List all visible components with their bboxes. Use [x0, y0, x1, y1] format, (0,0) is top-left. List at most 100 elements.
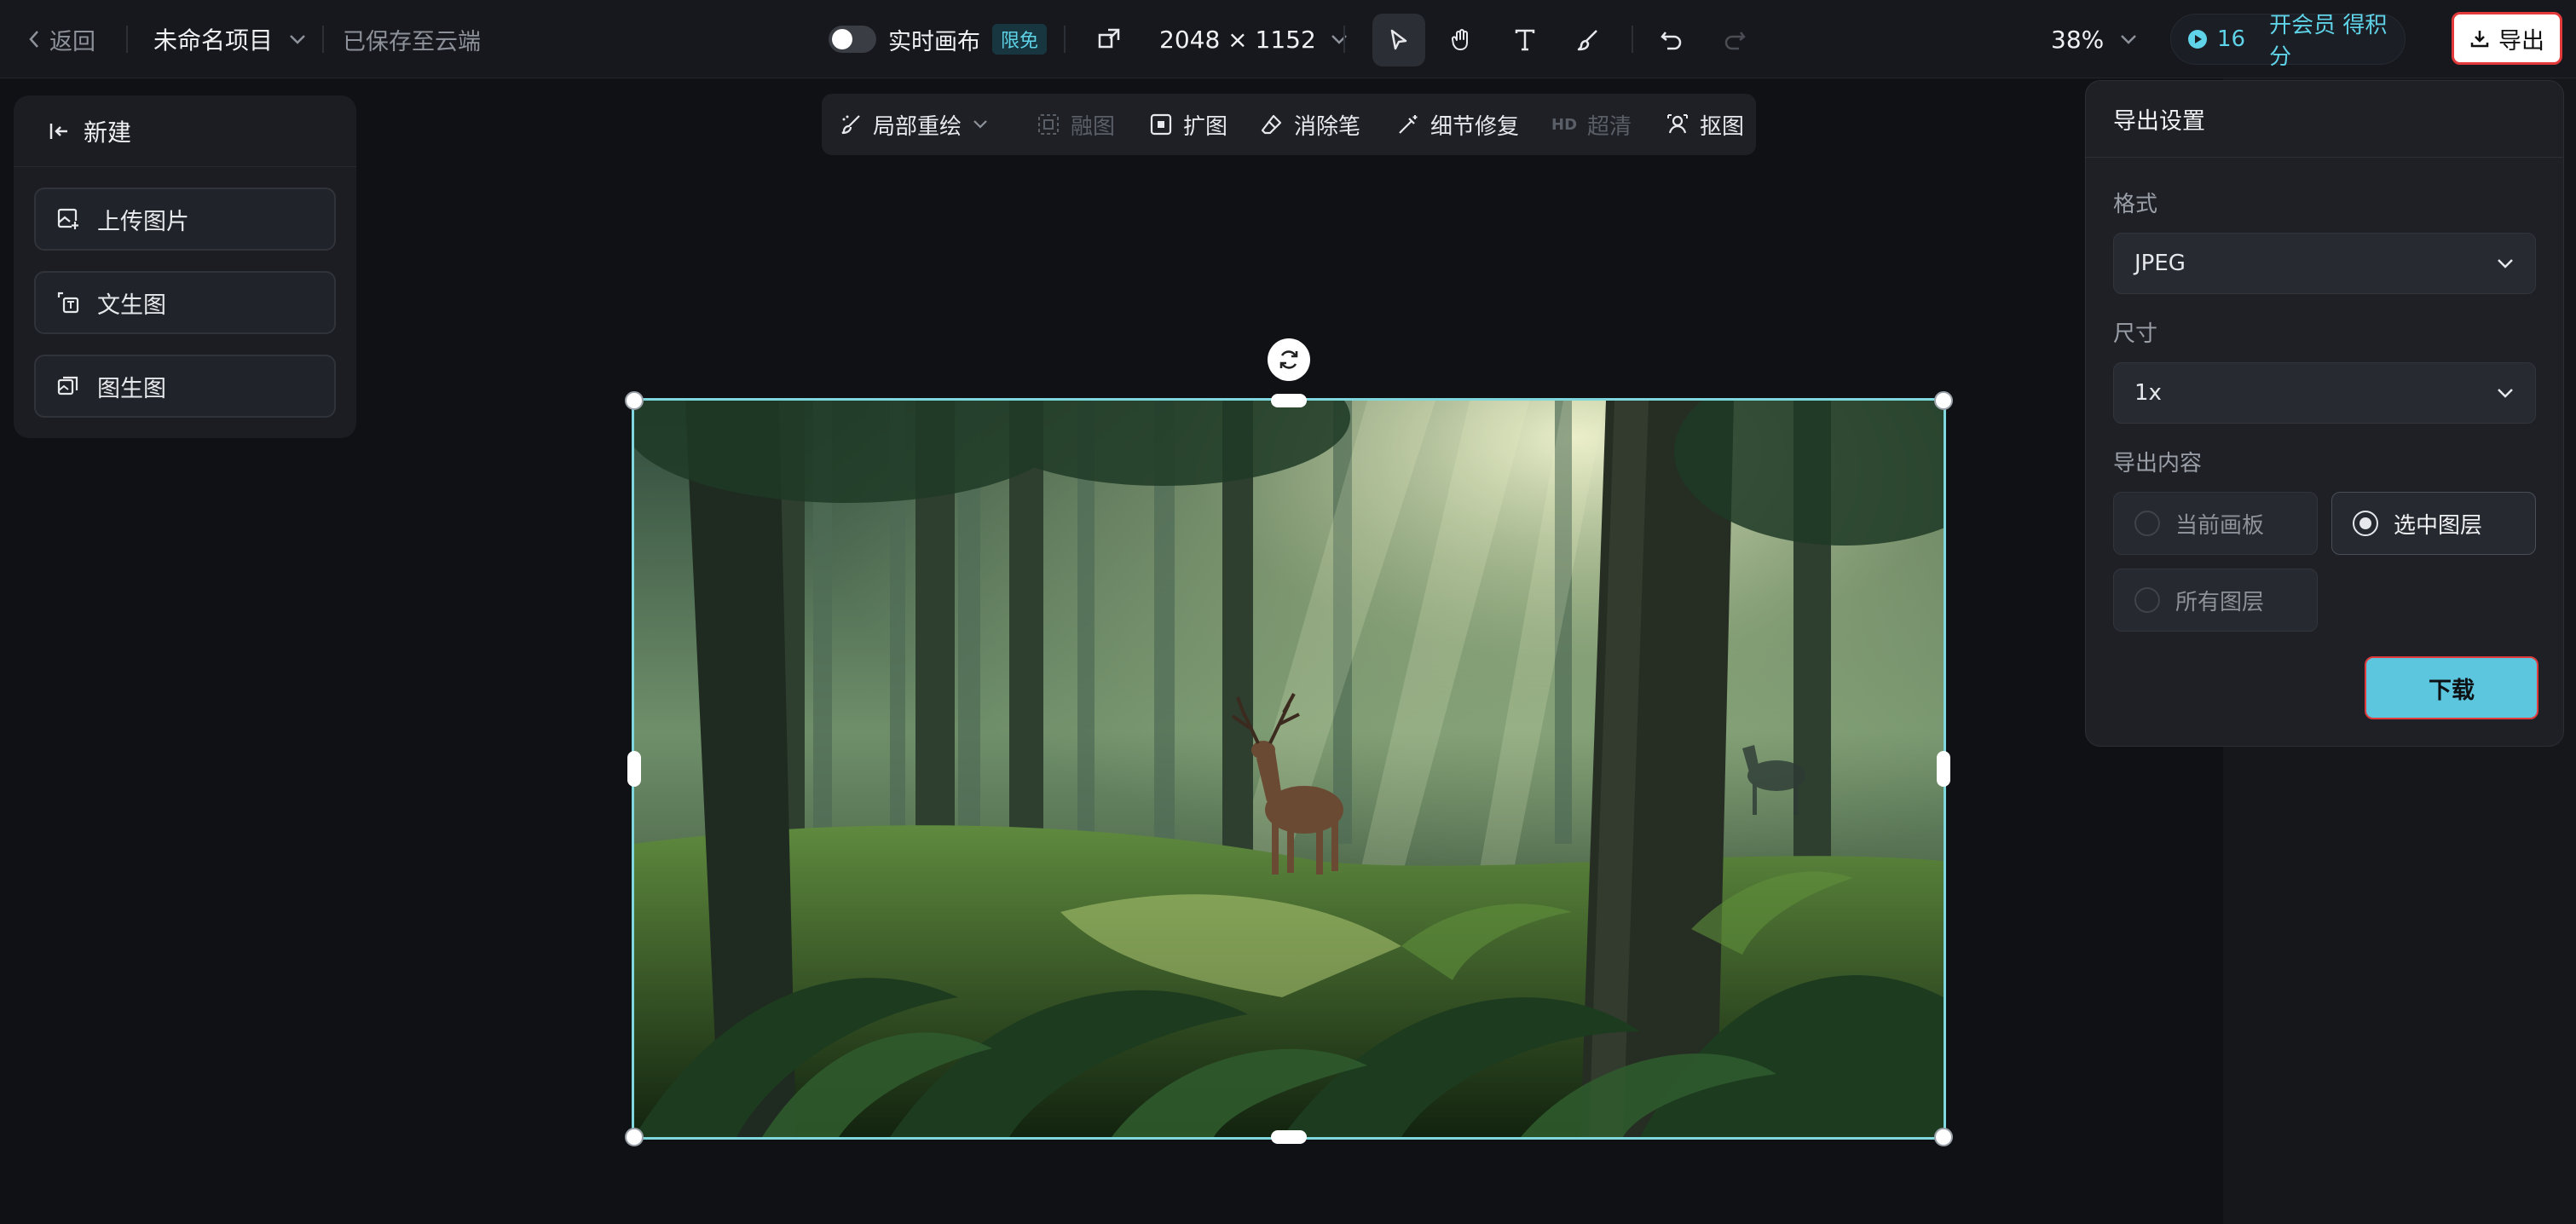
export-panel-title: 导出设置: [2086, 81, 2563, 158]
text-to-image-icon: [56, 291, 80, 315]
canvas-toolbar: 局部重绘 融图 扩图 消除笔 细节修复 HD 超清 抠图: [822, 94, 1756, 155]
select-tool[interactable]: [1372, 14, 1425, 66]
download-button[interactable]: 下载: [2365, 656, 2538, 719]
upload-image-label: 上传图片: [97, 208, 189, 235]
eraser-icon: [1260, 113, 1284, 136]
save-status: 已保存至云端: [343, 28, 481, 55]
cutout-button[interactable]: 抠图: [1666, 94, 1744, 155]
zoom-dropdown[interactable]: 38%: [2051, 0, 2138, 78]
realtime-canvas-toggle[interactable]: 实时画布 限免: [829, 0, 1048, 78]
detail-fix-button[interactable]: 细节修复: [1396, 94, 1519, 155]
eraser-label: 消除笔: [1294, 113, 1361, 140]
hand-icon: [1449, 27, 1475, 53]
resize-handle-right[interactable]: [1937, 751, 1950, 787]
inpaint-label: 局部重绘: [873, 113, 962, 140]
eraser-button[interactable]: 消除笔: [1260, 94, 1360, 155]
size-value: 1x: [2134, 380, 2162, 406]
project-name-dropdown[interactable]: 未命名项目: [153, 0, 307, 78]
resize-canvas-button[interactable]: [1096, 0, 1122, 78]
divider: [1064, 26, 1066, 53]
upload-image-button[interactable]: 上传图片: [34, 188, 336, 251]
credit-count: 16: [2217, 26, 2246, 52]
text-icon: [1512, 27, 1538, 53]
hd-button[interactable]: HD 超清: [1551, 94, 1632, 155]
canvas-size-dropdown[interactable]: 2048 × 1152: [1159, 0, 1349, 78]
inpaint-dropdown[interactable]: 局部重绘: [839, 94, 989, 155]
undo-icon: [1659, 27, 1684, 53]
divider: [1343, 26, 1345, 53]
new-panel-title: 新建: [84, 118, 132, 147]
option-all-layers[interactable]: 所有图层: [2113, 569, 2318, 632]
credit-coin-icon: [2186, 28, 2209, 50]
upload-image-icon: [56, 207, 80, 231]
realtime-label: 实时画布: [888, 28, 980, 55]
format-label: 格式: [2113, 192, 2158, 217]
credits-pill[interactable]: 16 开会员 得积分: [2170, 13, 2406, 70]
divider: [126, 26, 128, 53]
export-button[interactable]: 导出: [2452, 12, 2562, 65]
inpaint-brush-icon: [839, 113, 863, 136]
option-label: 选中图层: [2394, 512, 2483, 539]
brush-tool[interactable]: [1562, 14, 1614, 66]
expand-label: 扩图: [1183, 113, 1228, 140]
content-label: 导出内容: [2113, 451, 2203, 476]
divider: [1632, 26, 1633, 53]
new-panel-header[interactable]: 新建: [14, 95, 356, 167]
divider: [322, 26, 324, 53]
undo-button[interactable]: [1645, 14, 1698, 66]
collapse-icon: [48, 120, 70, 142]
canvas-image[interactable]: [632, 398, 1946, 1140]
image-to-image-button[interactable]: 图生图: [34, 355, 336, 418]
chevron-down-icon: [1330, 33, 1349, 45]
download-icon: [2469, 28, 2490, 49]
resize-handle-top[interactable]: [1271, 394, 1307, 407]
project-name: 未命名项目: [153, 26, 274, 55]
radio-button[interactable]: [2353, 511, 2378, 536]
blend-button[interactable]: 融图: [1037, 94, 1115, 155]
magic-wand-icon: [1396, 113, 1420, 136]
cutout-label: 抠图: [1700, 113, 1745, 140]
redo-icon: [1722, 27, 1747, 53]
cutout-icon: [1666, 113, 1689, 136]
chevron-down-icon: [2496, 257, 2515, 269]
export-settings-panel: 导出设置 格式 JPEG 尺寸 1x 导出内容 当前画板 选中图层 所有图层: [2085, 80, 2564, 747]
text-to-image-label: 文生图: [97, 292, 166, 319]
size-select[interactable]: 1x: [2113, 362, 2536, 424]
rotate-icon: [1276, 347, 1302, 372]
option-label: 当前画板: [2175, 512, 2265, 539]
toggle-switch[interactable]: [829, 26, 876, 53]
cursor-icon: [1386, 27, 1412, 53]
option-current-board[interactable]: 当前画板: [2113, 492, 2318, 555]
resize-handle-top-right[interactable]: [1934, 391, 1953, 410]
redo-button[interactable]: [1708, 14, 1761, 66]
hd-icon: HD: [1551, 115, 1578, 134]
vip-link[interactable]: 开会员 得积分: [2269, 8, 2405, 71]
text-to-image-button[interactable]: 文生图: [34, 271, 336, 334]
rotate-handle[interactable]: [1268, 338, 1310, 381]
expand-button[interactable]: 扩图: [1149, 94, 1227, 155]
new-panel: 新建 上传图片 文生图 图生图: [14, 95, 356, 438]
resize-handle-bottom-right[interactable]: [1934, 1128, 1953, 1146]
resize-handle-bottom-left[interactable]: [625, 1128, 644, 1146]
option-selected-layer[interactable]: 选中图层: [2331, 492, 2536, 555]
image-to-image-label: 图生图: [97, 375, 166, 402]
back-button[interactable]: 返回: [26, 0, 95, 78]
format-select[interactable]: JPEG: [2113, 233, 2536, 294]
radio-button[interactable]: [2134, 511, 2160, 536]
blend-label: 融图: [1071, 113, 1116, 140]
hd-label: 超清: [1587, 113, 1632, 140]
resize-handle-bottom[interactable]: [1271, 1130, 1307, 1144]
brush-icon: [1575, 27, 1601, 53]
chevron-down-icon: [288, 33, 307, 45]
resize-handle-top-left[interactable]: [625, 391, 644, 410]
detail-fix-label: 细节修复: [1430, 113, 1520, 140]
size-label: 尺寸: [2113, 321, 2158, 347]
chevron-down-icon: [972, 119, 989, 130]
radio-button[interactable]: [2134, 587, 2160, 613]
image-to-image-icon: [56, 374, 80, 398]
chevron-down-icon: [2496, 387, 2515, 399]
resize-handle-left[interactable]: [627, 751, 641, 787]
hand-tool[interactable]: [1435, 14, 1488, 66]
canvas-size: 2048 × 1152: [1159, 25, 1316, 54]
text-tool[interactable]: [1499, 14, 1551, 66]
